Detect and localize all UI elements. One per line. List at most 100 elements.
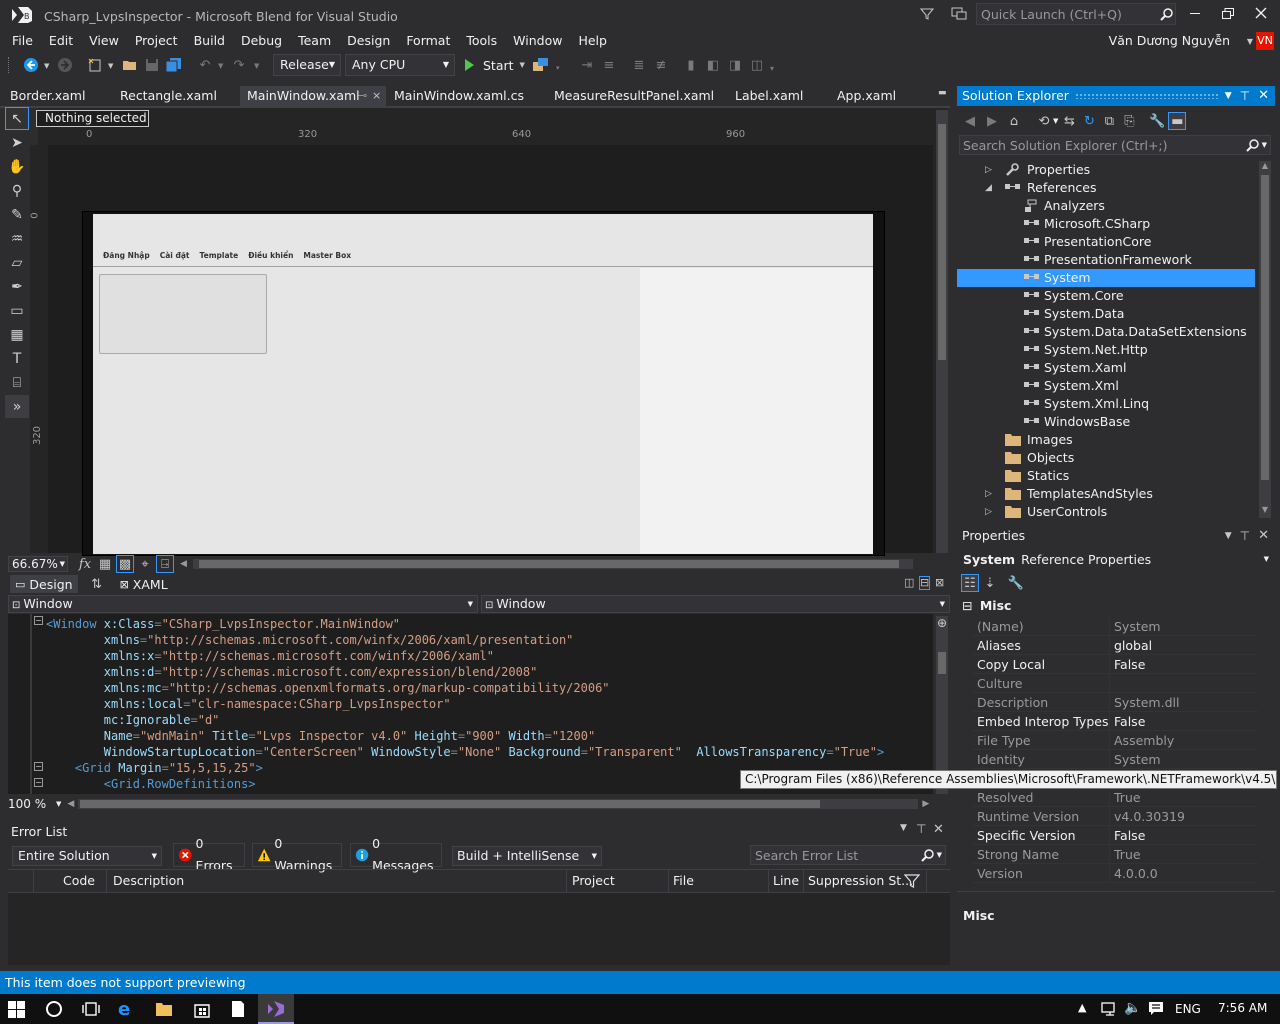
align-icon[interactable]: ≡ (600, 56, 618, 74)
tab-mainwindow-xaml-cs[interactable]: MainWindow.xaml.cs (384, 86, 544, 106)
tab-app-xaml[interactable]: App.xaml (827, 86, 927, 106)
xaml-editor[interactable]: − − − <Window x:Class="CSharp_LvpsInspec… (8, 614, 933, 794)
property-row[interactable]: Specific Version False (973, 826, 1258, 845)
warnings-filter-button[interactable]: 0 Warnings (252, 836, 342, 873)
tree-item-system-xml[interactable]: System.Xml (957, 377, 1255, 395)
column-file[interactable]: File (673, 873, 694, 888)
property-value[interactable]: global (1114, 636, 1152, 655)
assets-tool-icon[interactable]: » (5, 395, 29, 418)
scrollbar-thumb[interactable] (938, 124, 946, 360)
close-button[interactable] (1255, 7, 1267, 19)
next-bookmark-icon[interactable]: ◨ (726, 56, 744, 74)
split-editor-icon[interactable]: ⊕ (936, 616, 948, 630)
swap-panes-icon[interactable]: ⇅ (88, 575, 106, 593)
tree-item-statics[interactable]: Statics (957, 467, 1255, 485)
gradient-tool-icon[interactable]: ▱ (5, 251, 29, 274)
toolbar-grip[interactable] (8, 57, 11, 73)
xaml-left-scope-dropdown[interactable]: ⊡ Window ▼ (8, 595, 478, 613)
toolbar-overflow-icon[interactable]: ▾ (770, 64, 774, 73)
forward-icon[interactable]: ▶ (983, 112, 1001, 130)
tab-xaml[interactable]: ⊠ XAML (120, 577, 168, 592)
property-value[interactable]: False (1114, 712, 1145, 731)
control-tool-icon[interactable]: ⌸ (5, 371, 29, 394)
zoom-tool-icon[interactable]: ⚲ (5, 179, 29, 202)
header-grip[interactable] (1074, 93, 1219, 99)
menu-item-design[interactable]: Design (339, 30, 398, 52)
tree-item-presentationcore[interactable]: PresentationCore (957, 233, 1255, 251)
windows-start-icon[interactable] (8, 1001, 25, 1018)
window-position-icon[interactable]: ▼ (1225, 526, 1232, 546)
property-value[interactable]: False (1114, 655, 1145, 674)
chevron-down-icon[interactable]: ▼ (254, 62, 259, 70)
chevron-down-icon[interactable]: ▼ (1262, 141, 1267, 149)
property-row[interactable]: Embed Interop Types False (973, 712, 1258, 731)
error-scope-dropdown[interactable]: Entire Solution ▼ (12, 846, 162, 866)
effects-icon[interactable]: fx (76, 555, 94, 573)
designer-horizontal-scrollbar[interactable] (192, 559, 913, 569)
tree-item-system-xml-linq[interactable]: System.Xml.Linq (957, 395, 1255, 413)
filter-icon[interactable] (904, 873, 920, 889)
column-description[interactable]: Description (113, 873, 184, 888)
tree-item-properties[interactable]: ▷ Properties (957, 161, 1255, 179)
tree-item-system-xaml[interactable]: System.Xaml (957, 359, 1255, 377)
undo-icon[interactable]: ↶ (196, 56, 214, 74)
app-menu-item[interactable]: Template (199, 251, 238, 260)
menu-item-edit[interactable]: Edit (41, 30, 81, 52)
errors-filter-button[interactable]: 0 Errors (173, 836, 245, 873)
selection-tool-icon[interactable]: ↖ (5, 107, 29, 130)
task-view-icon[interactable] (82, 1000, 100, 1018)
close-icon[interactable]: ✕ (933, 822, 944, 837)
column-line[interactable]: Line (773, 873, 799, 888)
pending-changes-icon[interactable]: ⟲ (1035, 112, 1053, 130)
menu-item-debug[interactable]: Debug (233, 30, 290, 52)
code-line[interactable]: Name="wdnMain" Title="Lvps Inspector v4.… (46, 728, 884, 744)
menu-item-project[interactable]: Project (127, 30, 186, 52)
scrollbar-thumb[interactable] (1261, 175, 1269, 480)
scrollbar-thumb[interactable] (80, 800, 821, 808)
volume-icon[interactable]: 🔈 (1124, 1000, 1141, 1016)
tab-rectangle-xaml[interactable]: Rectangle.xaml (110, 86, 238, 106)
properties-object-selector[interactable]: System Reference Properties ▼ (957, 548, 1273, 570)
bookmark-icon[interactable]: ▮ (682, 56, 700, 74)
vertical-split-icon[interactable]: ◫ (904, 576, 914, 589)
error-search-input[interactable]: Search Error List (751, 848, 919, 863)
code-line[interactable]: xmlns="http://schemas.microsoft.com/winf… (46, 632, 884, 648)
code-line[interactable]: xmlns:x="http://schemas.microsoft.com/wi… (46, 648, 884, 664)
tab-measureresultpanel-xaml[interactable]: MeasureResultPanel.xaml (544, 86, 722, 106)
notifications-filter-icon[interactable] (918, 5, 936, 23)
refresh-icon[interactable]: ↻ (1080, 112, 1098, 130)
chevron-down-icon[interactable]: ▼ (937, 851, 942, 859)
window-position-icon[interactable]: ▼ (900, 823, 907, 833)
quick-launch-input[interactable]: Quick Launch (Ctrl+Q) (977, 7, 1157, 22)
show-grid-icon[interactable]: ▦ (96, 555, 114, 573)
back-icon[interactable]: ◀ (961, 112, 979, 130)
step-icon[interactable]: ⇥ (578, 56, 596, 74)
tab-border-xaml[interactable]: Border.xaml (0, 86, 110, 106)
scroll-up-icon[interactable]: ▲ (1259, 161, 1271, 173)
scroll-left-icon[interactable]: ◀ (180, 559, 187, 569)
tab-overflow-dropdown-icon[interactable]: ▬ (938, 88, 947, 98)
tree-item-windowsbase[interactable]: WindowsBase (957, 413, 1255, 431)
edge-browser-icon[interactable]: e (118, 999, 130, 1020)
pin-icon[interactable]: ⊤ (1240, 526, 1250, 546)
column-suppression-state[interactable]: Suppression St... (808, 873, 913, 888)
code-line[interactable]: xmlns:local="clr-namespace:CSharp_LvpsIn… (46, 696, 884, 712)
open-file-icon[interactable] (121, 56, 139, 74)
minimize-button[interactable] (1190, 13, 1200, 14)
tree-item-images[interactable]: Images (957, 431, 1255, 449)
cortana-icon[interactable] (46, 1001, 62, 1017)
user-avatar[interactable]: VN (1256, 32, 1274, 50)
collapse-all-icon[interactable]: ⧉ (1100, 112, 1118, 130)
solution-configurations-dropdown[interactable]: Release ▼ (273, 54, 341, 76)
app-menu-item[interactable]: Đăng Nhập (103, 251, 150, 260)
preview-selected-icon[interactable]: ▬ (1168, 112, 1187, 130)
pin-icon[interactable]: ⊤ (1240, 86, 1250, 106)
toolbar-overflow-icon[interactable]: ▾ (556, 64, 560, 72)
scrollbar-thumb[interactable] (198, 560, 899, 568)
horizontal-split-icon[interactable]: ⊟ (919, 576, 931, 590)
collapse-region-icon[interactable]: − (34, 762, 43, 771)
app-menu-item[interactable]: Master Box (303, 251, 351, 260)
pan-tool-icon[interactable]: ✋ (5, 155, 29, 178)
tab-design[interactable]: ▭ Design (10, 575, 78, 593)
xaml-horizontal-scrollbar[interactable] (78, 799, 919, 809)
